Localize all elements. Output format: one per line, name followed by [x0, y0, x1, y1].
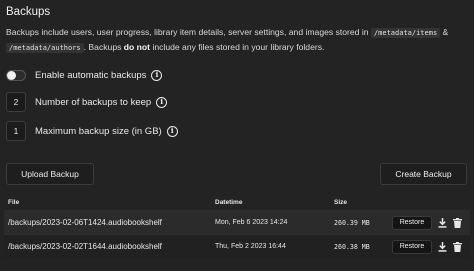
- restore-button[interactable]: Restore: [392, 239, 432, 254]
- header-datetime: Datetime: [215, 198, 243, 206]
- backups-table: File Datetime Size /backups/2023-02-06T1…: [4, 194, 470, 271]
- backups-to-keep-label: Number of backups to keep: [35, 96, 152, 108]
- table-header: File Datetime Size: [4, 194, 470, 210]
- auto-backups-row: Enable automatic backups i: [6, 65, 163, 85]
- auto-backups-label: Enable automatic backups: [35, 69, 147, 81]
- info-icon[interactable]: i: [156, 96, 168, 108]
- backups-to-keep-input[interactable]: [6, 92, 26, 112]
- section-title: Backups: [6, 6, 51, 18]
- metadata-authors-path: /metadata/authors: [6, 43, 84, 53]
- header-size: Size: [334, 198, 348, 206]
- upload-backup-button[interactable]: Upload Backup: [6, 163, 94, 185]
- max-backup-size-input[interactable]: [6, 121, 26, 141]
- download-icon[interactable]: [437, 241, 447, 252]
- backup-file: /backups/2023-02-06T1424.audiobookshelf: [8, 218, 162, 227]
- max-backup-size-row: Maximum backup size (in GB) i: [6, 121, 178, 141]
- toggle-knob: [7, 70, 16, 80]
- table-row: /backups/2023-02-02T1644.audiobookshelf …: [4, 234, 470, 258]
- info-icon[interactable]: i: [166, 125, 178, 137]
- backup-datetime: Thu, Feb 2 2023 16:44: [215, 243, 286, 250]
- info-icon[interactable]: i: [151, 69, 163, 81]
- backup-file: /backups/2023-02-02T1644.audiobookshelf: [8, 242, 162, 251]
- create-backup-button[interactable]: Create Backup: [380, 163, 467, 185]
- header-file: File: [8, 198, 20, 206]
- restore-button[interactable]: Restore: [392, 215, 432, 230]
- download-icon[interactable]: [437, 217, 447, 228]
- auto-backups-toggle[interactable]: [6, 69, 26, 81]
- backup-datetime: Mon, Feb 6 2023 14:24: [215, 219, 288, 226]
- backup-size: 260.38 MB: [334, 242, 370, 251]
- max-backup-size-label: Maximum backup size (in GB): [35, 125, 162, 137]
- table-row: /backups/2023-02-06T1424.audiobookshelf …: [4, 210, 470, 234]
- trash-icon[interactable]: [452, 241, 462, 252]
- backup-size: 260.39 MB: [334, 218, 370, 227]
- trash-icon[interactable]: [452, 217, 462, 228]
- backups-description: Backups include users, user progress, li…: [6, 27, 449, 53]
- backups-to-keep-row: Number of backups to keep i: [6, 92, 168, 112]
- metadata-items-path: /metadata/items: [370, 28, 441, 38]
